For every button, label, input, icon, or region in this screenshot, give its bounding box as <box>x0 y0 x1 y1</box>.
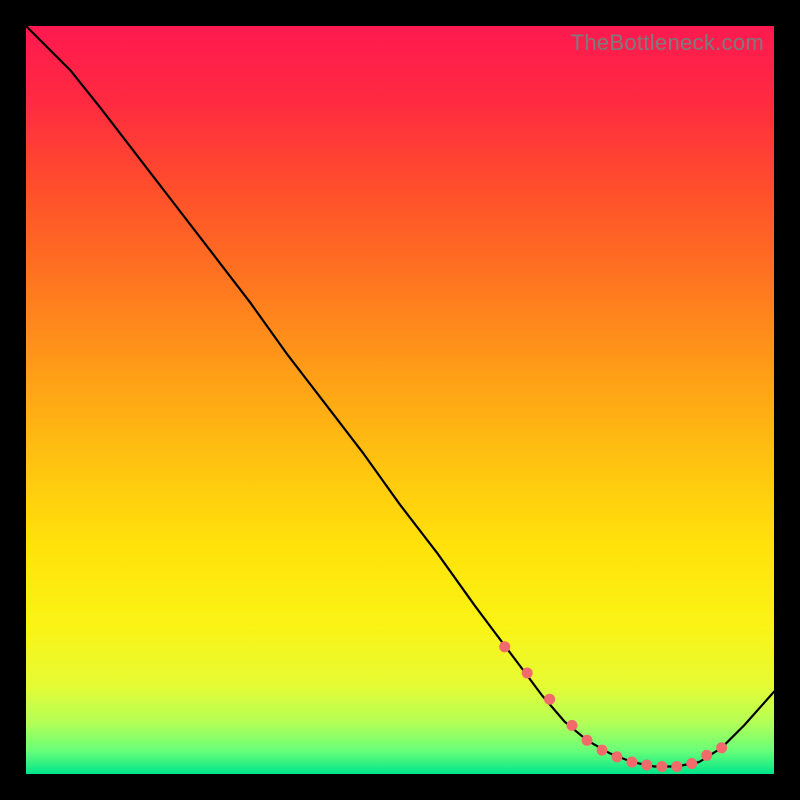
curve-marker <box>544 694 555 705</box>
curve-marker <box>499 641 510 652</box>
curve-marker <box>582 735 593 746</box>
curve-marker <box>611 751 622 762</box>
curve-markers <box>499 641 727 772</box>
curve-marker <box>686 758 697 769</box>
curve-marker <box>701 750 712 761</box>
curve-marker <box>656 761 667 772</box>
chart-overlay <box>26 26 774 774</box>
plot-viewport: TheBottleneck.com <box>26 26 774 774</box>
curve-marker <box>641 760 652 771</box>
bottleneck-curve <box>26 26 774 767</box>
chart-frame: TheBottleneck.com <box>0 0 800 800</box>
curve-marker <box>671 761 682 772</box>
watermark-text: TheBottleneck.com <box>571 30 764 56</box>
curve-marker <box>522 668 533 679</box>
curve-marker <box>716 742 727 753</box>
curve-marker <box>626 757 637 768</box>
curve-marker <box>597 745 608 756</box>
curve-marker <box>567 720 578 731</box>
